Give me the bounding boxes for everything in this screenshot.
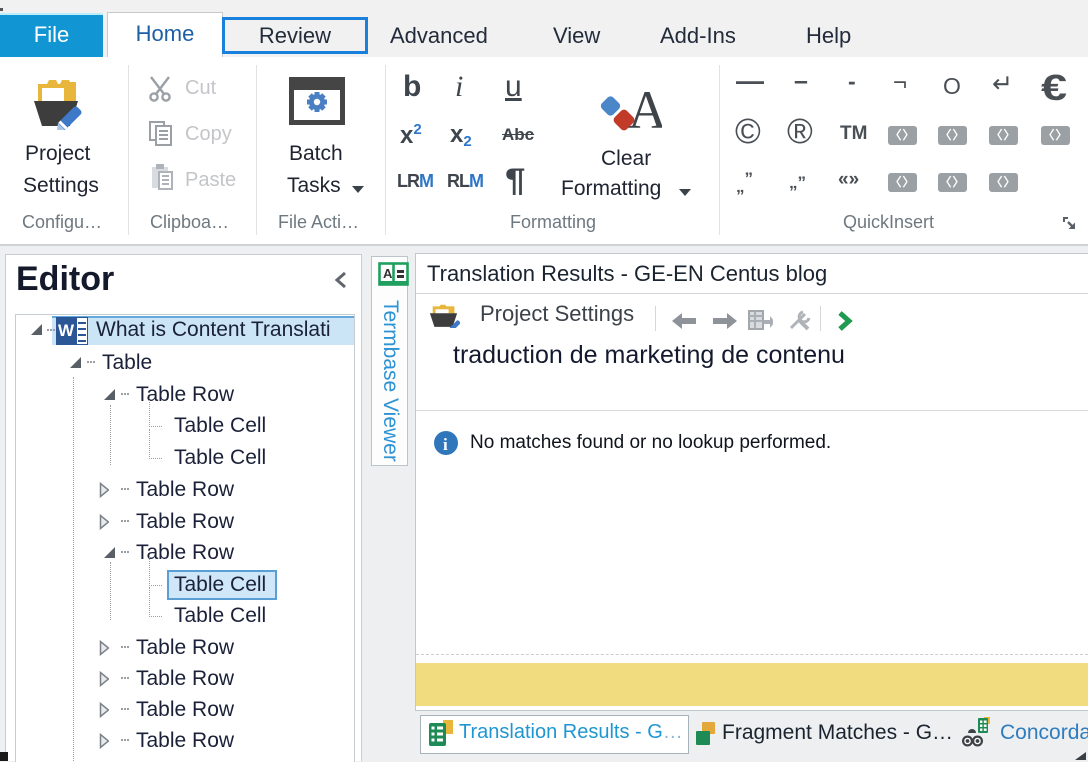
svg-text:A: A (383, 266, 393, 281)
svg-text:i: i (443, 435, 448, 454)
svg-text:A: A (628, 88, 662, 135)
